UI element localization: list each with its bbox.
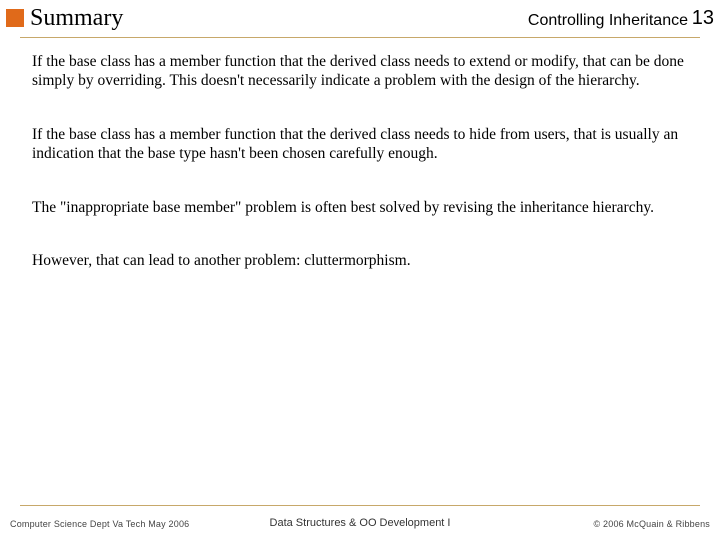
paragraph: If the base class has a member function … bbox=[32, 125, 688, 164]
accent-square-icon bbox=[6, 9, 24, 27]
slide-topic: Controlling Inheritance bbox=[528, 12, 688, 30]
header: Summary Controlling Inheritance 13 bbox=[0, 5, 720, 35]
paragraph: If the base class has a member function … bbox=[32, 52, 688, 91]
footer-right: © 2006 McQuain & Ribbens bbox=[594, 519, 711, 529]
paragraph: The "inappropriate base member" problem … bbox=[32, 198, 688, 217]
footer: Computer Science Dept Va Tech May 2006 D… bbox=[0, 512, 720, 532]
divider-bottom bbox=[20, 505, 700, 506]
slide: Summary Controlling Inheritance 13 If th… bbox=[0, 0, 720, 540]
slide-title: Summary bbox=[30, 5, 123, 32]
divider-top bbox=[20, 37, 700, 38]
paragraph: However, that can lead to another proble… bbox=[32, 251, 688, 270]
page-number: 13 bbox=[692, 7, 714, 30]
slide-body: If the base class has a member function … bbox=[32, 52, 688, 304]
